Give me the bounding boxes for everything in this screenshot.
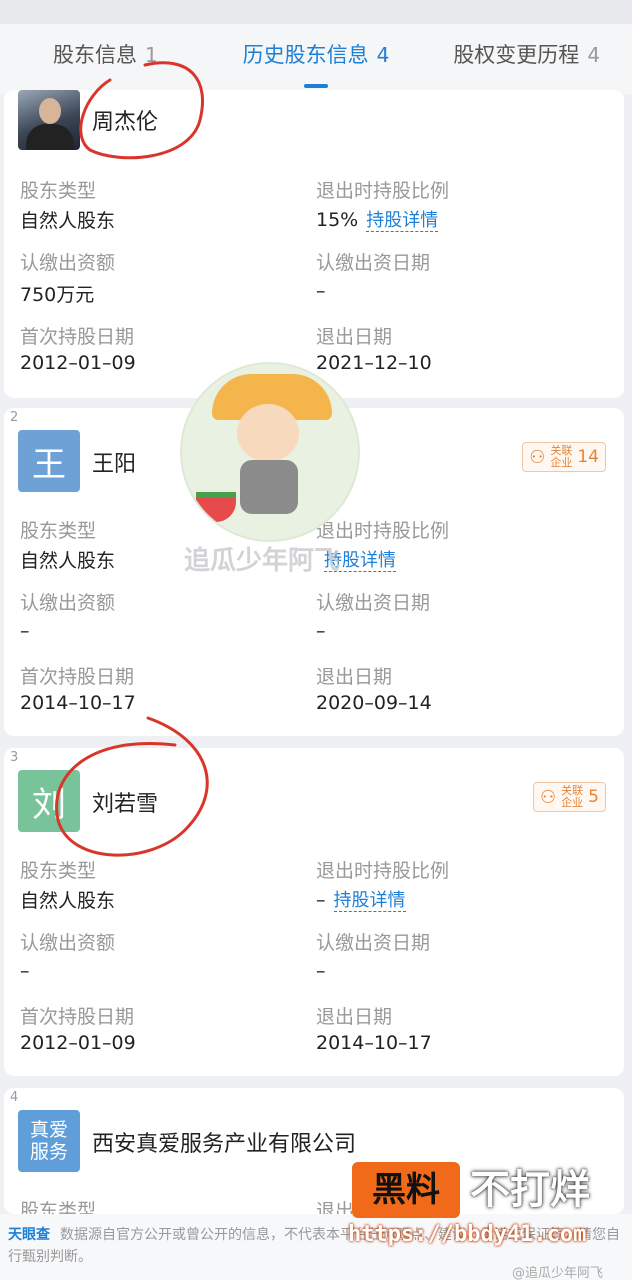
type-value: 自然人股东 <box>20 890 116 912</box>
watermark-shirt <box>240 460 298 514</box>
badge-label: 关联企业 <box>561 784 584 809</box>
tab-count: 4 <box>587 43 601 67</box>
subscribed-date-value: – <box>316 960 326 982</box>
subscribed-amount-label: 认缴出资额 <box>20 592 116 614</box>
avatar: 真爱服务 <box>18 1110 80 1172</box>
first-hold-date-label: 首次持股日期 <box>20 666 135 688</box>
first-hold-date-value: 2012–01–09 <box>20 1032 136 1054</box>
row-index: 4 <box>10 1090 19 1105</box>
watermark-text: 追瓜少年阿飞 <box>184 546 341 576</box>
holding-detail-link[interactable]: 持股详情 <box>333 890 406 912</box>
related-companies-badge[interactable]: ⚇ 关联企业 5 <box>533 782 606 812</box>
shareholder-name[interactable]: 刘若雪 <box>92 786 158 818</box>
subscribed-date-label: 认缴出资日期 <box>316 252 431 274</box>
shareholder-name[interactable]: 王阳 <box>92 446 136 478</box>
row-index: 3 <box>10 750 19 765</box>
subscribed-amount-label: 认缴出资额 <box>20 932 116 954</box>
network-icon: ⚇ <box>540 786 557 808</box>
promo-box-text: 黑料 <box>352 1162 460 1218</box>
type-label: 股东类型 <box>20 520 97 542</box>
exit-date-value: 2014–10–17 <box>316 1032 432 1054</box>
exit-ratio-label: 退出时持股比例 <box>316 520 450 542</box>
avatar: 王 <box>18 430 80 492</box>
exit-date-value: 2021–12–10 <box>316 352 432 374</box>
exit-date-label: 退出日期 <box>316 1006 393 1028</box>
watermark-face <box>237 404 299 462</box>
exit-ratio-value: 15% 持股详情 <box>316 206 439 232</box>
exit-date-label: 退出日期 <box>316 326 393 348</box>
tab-label: 历史股东信息 <box>242 43 369 67</box>
related-companies-badge[interactable]: ⚇ 关联企业 14 <box>522 442 606 472</box>
subscribed-amount-label: 认缴出资额 <box>20 252 116 274</box>
row-index: 2 <box>10 410 19 425</box>
exit-ratio-label: 退出时持股比例 <box>316 860 450 882</box>
tab-label: 股权变更历程 <box>453 43 580 67</box>
network-icon: ⚇ <box>529 446 546 468</box>
type-value: 自然人股东 <box>20 210 116 232</box>
subscribed-amount-value: 750万元 <box>20 284 95 306</box>
first-hold-date-label: 首次持股日期 <box>20 326 135 348</box>
brand-logo: 天眼查 <box>8 1227 50 1243</box>
promo-url: https://bbdy41.com <box>348 1222 587 1247</box>
badge-count: 14 <box>577 447 599 467</box>
exit-date-value: 2020–09–14 <box>316 692 432 714</box>
shareholder-card[interactable]: 周杰伦 股东类型 自然人股东 退出时持股比例 15% 持股详情 认缴出资额 750… <box>4 90 624 398</box>
badge-count: 5 <box>588 787 599 807</box>
subscribed-date-label: 认缴出资日期 <box>316 592 431 614</box>
shareholder-name[interactable]: 西安真爱服务产业有限公司 <box>92 1126 356 1158</box>
tab-shareholder-info[interactable]: 股东信息 1 <box>0 24 211 94</box>
exit-ratio-text: 15% <box>316 209 359 231</box>
weibo-watermark: @追瓜少年阿飞 <box>512 1266 604 1280</box>
avatar-head <box>39 98 61 124</box>
cartoon-watermark-image <box>180 362 360 542</box>
type-value: 自然人股东 <box>20 550 116 572</box>
type-label: 股东类型 <box>20 180 97 202</box>
subscribed-date-label: 认缴出资日期 <box>316 932 431 954</box>
tab-history-shareholder-info[interactable]: 历史股东信息 4 <box>211 24 422 94</box>
avatar <box>18 90 80 150</box>
badge-label: 关联企业 <box>550 444 573 469</box>
exit-ratio-value: – 持股详情 <box>316 886 406 912</box>
first-hold-date-value: 2012–01–09 <box>20 352 136 374</box>
status-bar <box>0 0 632 24</box>
promo-watermark: 黑料 不打烊 https://bbdy41.com <box>348 1162 622 1258</box>
exit-date-label: 退出日期 <box>316 666 393 688</box>
first-hold-date-label: 首次持股日期 <box>20 1006 135 1028</box>
exit-ratio-label: 退出时持股比例 <box>316 180 450 202</box>
promo-right-text: 不打烊 <box>470 1167 590 1213</box>
shareholder-card[interactable]: 3 刘 刘若雪 ⚇ 关联企业 5 股东类型 自然人股东 退出时持股比例 – 持股详… <box>4 748 624 1076</box>
tab-count: 4 <box>376 43 390 67</box>
holding-detail-link[interactable]: 持股详情 <box>366 210 439 232</box>
tab-label: 股东信息 <box>52 43 137 67</box>
exit-ratio-text: – <box>316 889 326 911</box>
tab-count: 1 <box>144 43 158 67</box>
shareholder-name[interactable]: 周杰伦 <box>92 104 158 136</box>
subscribed-date-value: – <box>316 280 326 302</box>
avatar: 刘 <box>18 770 80 832</box>
tab-equity-change-history[interactable]: 股权变更历程 4 <box>421 24 632 94</box>
tab-bar: 股东信息 1 历史股东信息 4 股权变更历程 4 <box>0 24 632 94</box>
type-label: 股东类型 <box>20 860 97 882</box>
subscribed-date-value: – <box>316 620 326 642</box>
avatar-body <box>26 124 74 150</box>
subscribed-amount-value: – <box>20 620 30 642</box>
subscribed-amount-value: – <box>20 960 30 982</box>
first-hold-date-value: 2014–10–17 <box>20 692 136 714</box>
